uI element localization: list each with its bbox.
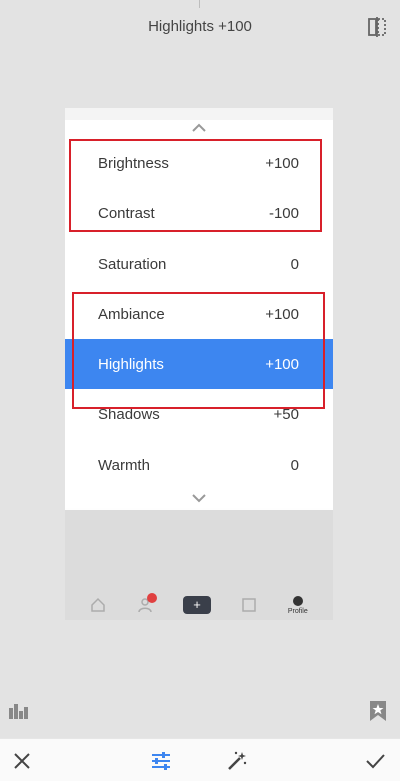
- chevron-up-icon[interactable]: [191, 123, 207, 133]
- preview-ghost-tabbar: + Profile: [65, 590, 333, 620]
- histogram-icon[interactable]: [8, 702, 30, 720]
- menu-item-value: +50: [273, 405, 299, 423]
- plus-icon: +: [183, 596, 212, 614]
- menu-item-highlights[interactable]: Highlights +100: [65, 339, 333, 389]
- profile-tab-label: Profile: [287, 607, 308, 615]
- top-divider-tick: [199, 0, 200, 8]
- menu-item-ambiance[interactable]: Ambiance +100: [65, 289, 333, 339]
- menu-item-label: Shadows: [98, 405, 160, 423]
- bottom-action-bar: [0, 738, 400, 781]
- menu-item-value: +100: [265, 355, 299, 373]
- compare-icon[interactable]: [366, 16, 388, 38]
- magic-wand-icon[interactable]: [226, 750, 248, 772]
- profile-icon: [292, 595, 303, 606]
- sliders-icon[interactable]: [150, 750, 172, 772]
- notification-badge: [146, 593, 157, 603]
- activity-icon-wrap: [137, 593, 157, 613]
- menu-item-contrast[interactable]: Contrast -100: [65, 188, 333, 238]
- menu-item-shadows[interactable]: Shadows +50: [65, 389, 333, 439]
- menu-item-label: Saturation: [98, 255, 167, 273]
- close-icon[interactable]: [11, 750, 33, 772]
- home-icon: [91, 597, 105, 612]
- checkmark-icon[interactable]: [364, 750, 386, 772]
- adjustment-menu: Brightness +100 Contrast -100 Saturation…: [65, 120, 333, 510]
- menu-item-value: 0: [290, 456, 299, 474]
- menu-item-warmth[interactable]: Warmth 0: [65, 440, 333, 490]
- menu-item-label: Ambiance: [98, 305, 165, 323]
- menu-item-label: Brightness: [98, 154, 169, 172]
- menu-item-value: +100: [265, 305, 299, 323]
- profile-tab: Profile: [287, 595, 308, 615]
- chevron-down-icon[interactable]: [191, 493, 207, 503]
- menu-item-value: +100: [265, 154, 299, 172]
- message-icon: [242, 598, 257, 612]
- menu-item-label: Warmth: [98, 456, 150, 474]
- menu-item-brightness[interactable]: Brightness +100: [65, 138, 333, 188]
- page-title: Highlights +100: [148, 18, 252, 35]
- menu-item-label: Highlights: [98, 355, 164, 373]
- menu-item-value: -100: [268, 204, 299, 222]
- bookmark-star-icon[interactable]: [369, 700, 387, 722]
- menu-item-value: 0: [290, 255, 299, 273]
- menu-item-saturation[interactable]: Saturation 0: [65, 239, 333, 289]
- menu-item-label: Contrast: [98, 204, 155, 222]
